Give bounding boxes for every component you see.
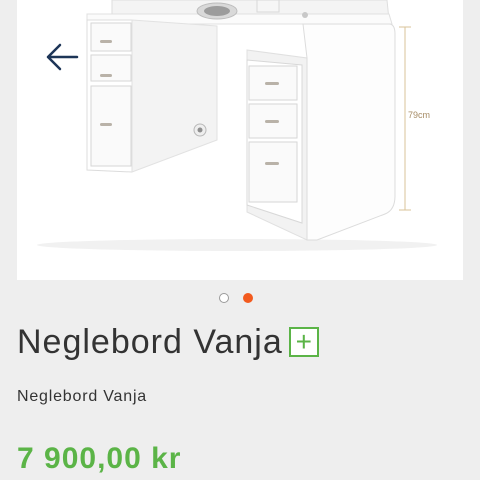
plus-icon: + [295, 326, 312, 357]
product-title: Neglebord Vanja [17, 323, 283, 361]
product-image: 79cm [37, 0, 437, 251]
dimension-label: 79cm [408, 110, 430, 120]
product-subtitle: Neglebord Vanja [17, 388, 148, 405]
gallery-pagination [219, 293, 253, 307]
product-title-row: Neglebord Vanja + [17, 320, 319, 364]
add-button[interactable]: + [288, 326, 319, 357]
product-image-gallery[interactable]: 79cm [17, 0, 463, 280]
pagination-dot-2-active[interactable] [243, 293, 253, 303]
arrow-left-icon[interactable] [44, 40, 80, 74]
pagination-dot-1[interactable] [219, 293, 229, 303]
product-price: 7 900,00 kr [17, 442, 182, 475]
